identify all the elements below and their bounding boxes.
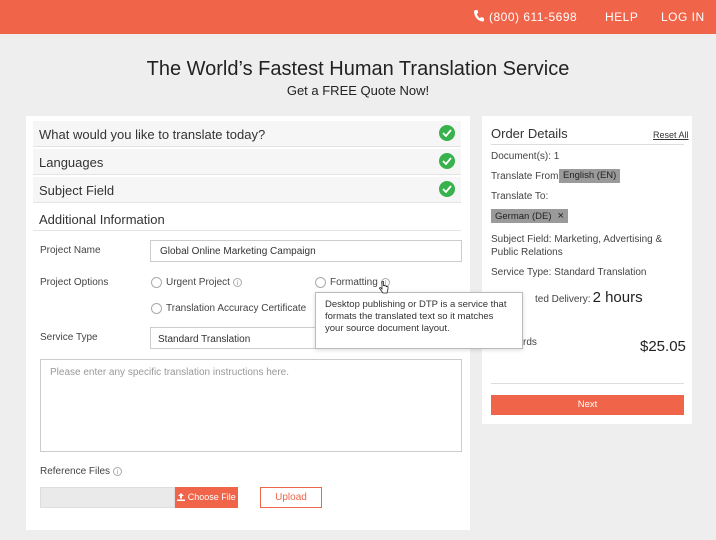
hand-cursor-icon xyxy=(379,281,389,294)
step-translate-content[interactable]: What would you like to translate today? xyxy=(33,121,461,147)
page-title: The World’s Fastest Human Translation Se… xyxy=(146,58,570,80)
target-language-tag[interactable]: German (DE) × xyxy=(491,209,568,223)
source-language-tag: English (EN) xyxy=(559,169,621,183)
upload-button[interactable]: Upload xyxy=(260,487,322,508)
page-subtitle: Get a FREE Quote Now! xyxy=(286,83,430,98)
step-additional-information: Additional Information xyxy=(39,212,165,227)
login-link[interactable]: LOG IN xyxy=(661,10,705,24)
help-link[interactable]: HELP xyxy=(605,10,638,24)
words-label: rds xyxy=(523,337,537,348)
urgent-project-option: Urgent Project i xyxy=(166,277,242,288)
accuracy-certificate-radio[interactable] xyxy=(151,303,162,314)
delivery-summary: ted Delivery: 2 hours xyxy=(535,289,643,306)
choose-file-label: Choose File xyxy=(187,492,236,502)
order-details-title: Order Details xyxy=(491,126,568,141)
translate-from-label: Translate From: xyxy=(491,171,562,182)
check-circle-icon xyxy=(439,153,455,169)
subject-field-summary: Subject Field: Marketing, Advertising & … xyxy=(491,234,663,258)
step-label: What would you like to translate today? xyxy=(39,127,266,142)
project-name-label: Project Name xyxy=(40,245,101,256)
choose-file-button[interactable]: Choose File xyxy=(175,487,238,508)
step-languages[interactable]: Languages xyxy=(33,149,461,175)
instructions-textarea[interactable]: Please enter any specific translation in… xyxy=(40,359,462,452)
check-circle-icon xyxy=(439,125,455,141)
phone-icon xyxy=(474,10,484,22)
formatting-radio[interactable] xyxy=(315,277,326,288)
next-button[interactable]: Next xyxy=(491,395,684,415)
service-type-summary: Service Type: Standard Translation xyxy=(491,267,647,278)
reference-files-label: Reference Files i xyxy=(40,466,123,477)
divider xyxy=(491,144,684,145)
remove-icon[interactable]: × xyxy=(557,210,563,222)
accuracy-certificate-option: Translation Accuracy Certificate xyxy=(166,303,307,314)
divider xyxy=(491,383,684,384)
phone-number-link[interactable]: (800) 611-5698 xyxy=(489,10,577,24)
top-bar: (800) 611-5698 HELP LOG IN xyxy=(0,0,716,34)
option-label: Urgent Project xyxy=(166,277,230,288)
urgent-project-radio[interactable] xyxy=(151,277,162,288)
delivery-label: ted Delivery: xyxy=(535,294,591,305)
upload-icon xyxy=(177,493,186,501)
option-label: Formatting xyxy=(330,277,378,288)
label-text: Reference Files xyxy=(40,466,111,477)
project-options-label: Project Options xyxy=(40,277,109,288)
price-total: $25.05 xyxy=(640,338,686,355)
formatting-tooltip: Desktop publishing or DTP is a service t… xyxy=(315,292,523,349)
tag-label: German (DE) xyxy=(495,211,552,222)
delivery-value: 2 hours xyxy=(592,289,643,306)
divider xyxy=(33,230,461,231)
step-subject-field[interactable]: Subject Field xyxy=(33,177,461,203)
reset-all-link[interactable]: Reset All xyxy=(653,130,689,140)
step-label: Languages xyxy=(39,155,104,170)
project-name-input[interactable]: Global Online Marketing Campaign xyxy=(150,240,462,262)
service-type-label: Service Type xyxy=(40,332,98,343)
file-name-field[interactable] xyxy=(40,487,175,508)
documents-count: Document(s): 1 xyxy=(491,151,560,162)
translate-to-label: Translate To: xyxy=(491,191,549,202)
info-icon[interactable]: i xyxy=(113,466,123,476)
info-icon[interactable]: i xyxy=(232,277,242,287)
step-label: Subject Field xyxy=(39,183,115,198)
check-circle-icon xyxy=(439,181,455,197)
